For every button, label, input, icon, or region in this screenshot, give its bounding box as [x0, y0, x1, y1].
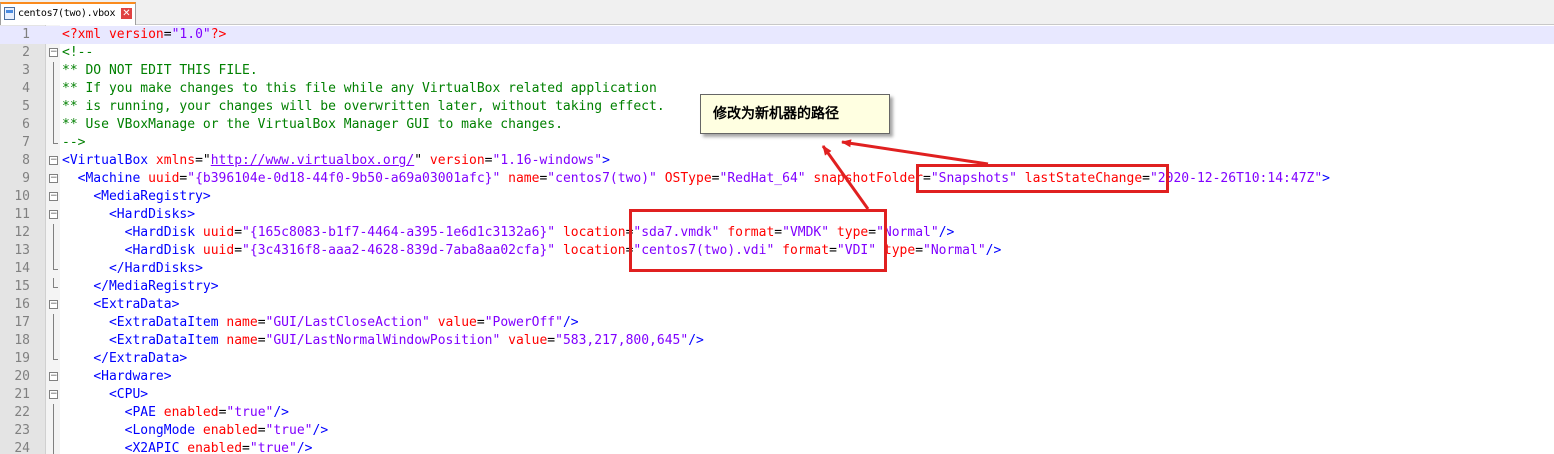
- arrow-from-snapshot: [841, 139, 989, 166]
- annotation-note: 修改为新机器的路径: [700, 94, 890, 134]
- annotation-arrows: [821, 139, 989, 210]
- arrow-from-location: [821, 145, 870, 210]
